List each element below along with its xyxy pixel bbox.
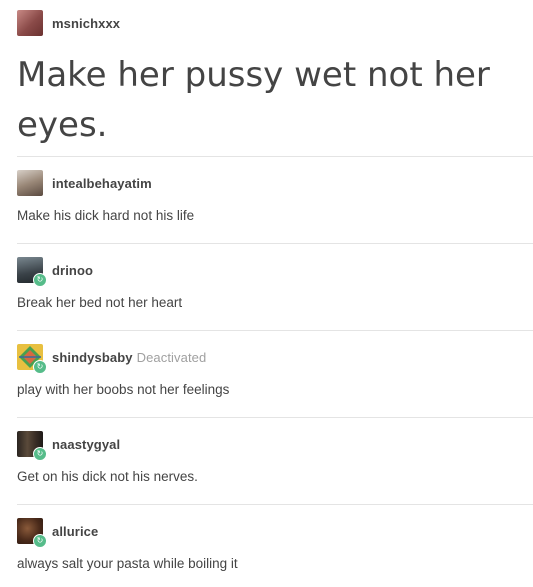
reply-text: Make his dick hard not his life [17, 208, 195, 223]
avatar[interactable]: ↻ [17, 431, 47, 461]
reblog-icon: ↻ [33, 534, 47, 548]
reblog-icon: ↻ [33, 447, 47, 461]
post-text: Make her pussy wet not her eyes. [17, 55, 490, 145]
username[interactable]: naastygyal [52, 437, 120, 452]
reblog-icon: ↻ [33, 360, 47, 374]
reply-item: intealbehayatim Make his dick hard not h… [0, 157, 533, 243]
avatar[interactable]: ↻ [17, 344, 47, 374]
avatar[interactable] [17, 10, 43, 36]
reply-text: play with her boobs not her feelings [17, 382, 230, 397]
avatar[interactable] [17, 170, 43, 196]
reply-text: always salt your pasta while boiling it [17, 556, 238, 571]
reply-text: Break her bed not her heart [17, 295, 183, 310]
reply-item: ↻ shindysbaby Deactivated play with her b… [0, 331, 533, 417]
reply-item: ↻ allurice always salt your pasta while … [0, 505, 533, 587]
reply-text: Get on his dick not his nerves. [17, 469, 198, 484]
username[interactable]: drinoo [52, 263, 93, 278]
username[interactable]: msnichxxx [52, 16, 120, 31]
username-label: shindysbaby [52, 350, 133, 365]
original-post: msnichxxx Make her pussy wet not her eye… [0, 0, 533, 155]
username[interactable]: shindysbaby Deactivated [52, 350, 206, 365]
username[interactable]: intealbehayatim [52, 176, 152, 191]
username[interactable]: allurice [52, 524, 98, 539]
avatar-image [17, 10, 43, 36]
deactivated-label: Deactivated [136, 350, 207, 365]
reply-item: ↻ drinoo Break her bed not her heart [0, 244, 533, 330]
reblog-icon: ↻ [33, 273, 47, 287]
avatar[interactable]: ↻ [17, 257, 47, 287]
avatar-image [17, 170, 43, 196]
avatar[interactable]: ↻ [17, 518, 47, 548]
reply-item: ↻ naastygyal Get on his dick not his ner… [0, 418, 533, 504]
